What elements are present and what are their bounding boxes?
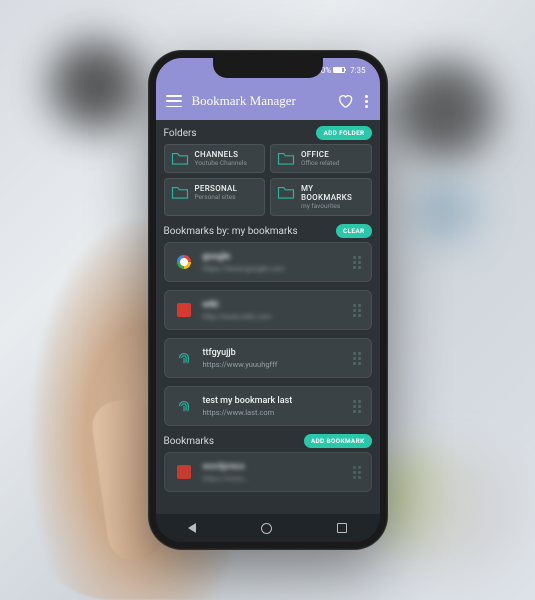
drag-handle-icon[interactable] — [351, 398, 363, 415]
favorite-icon[interactable] — [337, 93, 353, 109]
folder-personal[interactable]: PERSONALPersonal sites — [164, 178, 266, 216]
folder-office[interactable]: OFFICEOffice related — [270, 144, 372, 173]
menu-icon[interactable] — [166, 95, 182, 107]
back-button[interactable] — [188, 523, 196, 533]
folder-icon — [171, 184, 189, 200]
folder-name: OFFICE — [301, 150, 339, 159]
folder-grid: CHANNELSYoutube Channels OFFICEOffice re… — [164, 144, 372, 216]
chrome-icon — [173, 251, 195, 273]
folder-name: MY BOOKMARKS — [301, 184, 365, 202]
folder-my-bookmarks[interactable]: MY BOOKMARKSmy favourites — [270, 178, 372, 216]
site-icon — [173, 299, 195, 321]
drag-handle-icon[interactable] — [351, 302, 363, 319]
bookmark-title: google — [203, 252, 343, 262]
phone-frame: 80% 7:35 Bookmark Manager Folders ADD FO… — [148, 50, 388, 550]
bookmark-title: test my bookmark last — [203, 396, 343, 406]
fingerprint-icon — [173, 395, 195, 417]
app-title: Bookmark Manager — [192, 93, 327, 109]
bookmark-url: https://www... — [203, 474, 343, 483]
drag-handle-icon[interactable] — [351, 254, 363, 271]
bookmark-item[interactable]: wiki http://www.wiki.com — [164, 290, 372, 330]
bookmark-item[interactable]: ttfgyujjb https://www.yuuuhgfff — [164, 338, 372, 378]
bookmark-item[interactable]: wordpress https://www... — [164, 452, 372, 492]
recents-button[interactable] — [337, 523, 347, 533]
add-folder-button[interactable]: ADD FOLDER — [316, 126, 371, 140]
site-icon — [173, 461, 195, 483]
clear-filter-button[interactable]: CLEAR — [336, 224, 371, 238]
bookmark-url: https://www.google.com — [203, 264, 343, 273]
phone-notch — [213, 58, 323, 78]
folder-subtitle: Youtube Channels — [195, 159, 247, 167]
phone-screen: 80% 7:35 Bookmark Manager Folders ADD FO… — [156, 58, 380, 542]
bookmark-item[interactable]: test my bookmark last https://www.last.co… — [164, 386, 372, 426]
bookmark-item[interactable]: google https://www.google.com — [164, 242, 372, 282]
filter-label: Bookmarks by: my bookmarks — [164, 226, 298, 237]
folder-subtitle: Office related — [301, 159, 339, 167]
folder-name: PERSONAL — [195, 184, 238, 193]
bookmark-url: https://www.yuuuhgfff — [203, 360, 343, 369]
bookmark-title: wiki — [203, 300, 343, 310]
folder-icon — [171, 150, 189, 166]
folder-subtitle: Personal sites — [195, 193, 238, 201]
drag-handle-icon[interactable] — [351, 464, 363, 481]
app-content: Folders ADD FOLDER CHANNELSYoutube Chann… — [156, 120, 380, 514]
battery-icon — [333, 67, 345, 73]
bookmark-url: http://www.wiki.com — [203, 312, 343, 321]
folder-channels[interactable]: CHANNELSYoutube Channels — [164, 144, 266, 173]
more-options-icon[interactable] — [363, 93, 370, 110]
bookmarks-section-title: Bookmarks — [164, 436, 215, 447]
folder-icon — [277, 184, 295, 200]
status-time: 7:35 — [350, 66, 365, 75]
fingerprint-icon — [173, 347, 195, 369]
bookmark-url: https://www.last.com — [203, 408, 343, 417]
bookmark-title: ttfgyujjb — [203, 348, 343, 358]
folder-icon — [277, 150, 295, 166]
folder-name: CHANNELS — [195, 150, 247, 159]
folder-subtitle: my favourites — [301, 202, 365, 210]
home-button[interactable] — [261, 523, 272, 534]
add-bookmark-button[interactable]: ADD BOOKMARK — [304, 434, 372, 448]
folders-section-title: Folders — [164, 128, 197, 139]
bookmark-title: wordpress — [203, 462, 343, 472]
app-header: Bookmark Manager — [156, 82, 380, 120]
drag-handle-icon[interactable] — [351, 350, 363, 367]
android-nav-bar — [156, 514, 380, 542]
